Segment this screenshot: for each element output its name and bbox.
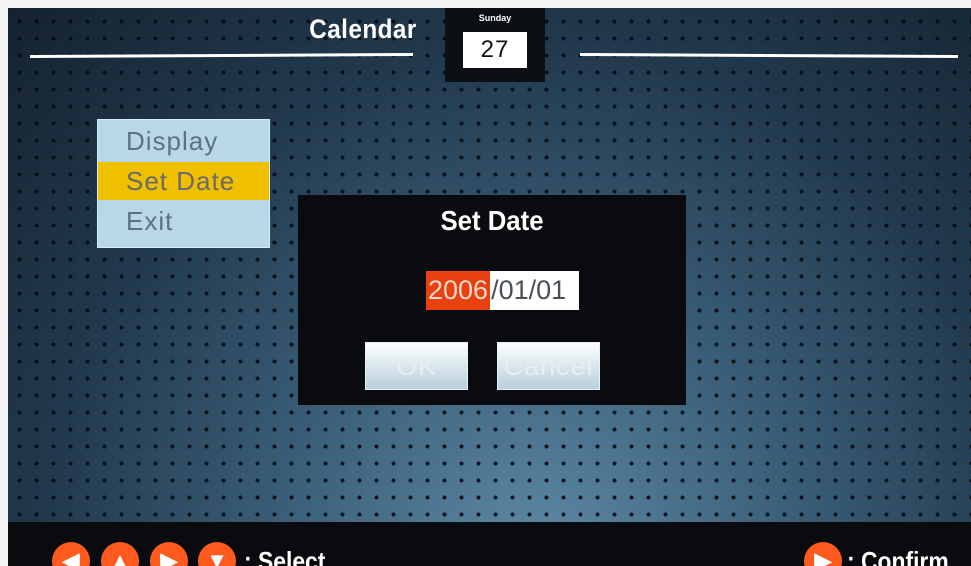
tv-screen: Calendar Sunday 27 Display Set Date Exit… <box>8 8 971 566</box>
select-hint-label: : Select <box>244 546 326 566</box>
calendar-day-number: 27 <box>463 32 527 68</box>
calendar-icon: Sunday 27 <box>445 8 545 82</box>
date-input[interactable]: 2006 /01/01 <box>426 271 579 310</box>
right-arrow-icon: ▶ <box>150 542 188 566</box>
calendar-day-name: Sunday <box>478 13 512 23</box>
menu-item-display[interactable]: Display <box>98 122 269 160</box>
left-arrow-icon: ◀ <box>52 542 90 566</box>
ok-button[interactable]: OK <box>365 342 468 390</box>
set-date-dialog: Set Date 2006 /01/01 OK Cancel <box>298 195 686 405</box>
bottom-hint-bar: ◀ ▲ ▶ ▼ : Select ▶ : Confirm <box>8 522 971 566</box>
dialog-title: Set Date <box>440 205 544 236</box>
date-year-segment[interactable]: 2006 <box>426 271 491 310</box>
options-menu: Display Set Date Exit <box>97 119 270 248</box>
menu-item-exit[interactable]: Exit <box>98 202 269 240</box>
page-title: Calendar <box>309 14 417 44</box>
down-arrow-icon: ▼ <box>198 542 236 566</box>
menu-item-set-date[interactable]: Set Date <box>98 162 269 200</box>
confirm-hint-label: : Confirm <box>847 546 949 566</box>
play-icon: ▶ <box>804 542 842 566</box>
up-arrow-icon: ▲ <box>101 542 139 566</box>
title-divider-left <box>29 52 414 59</box>
title-divider-right <box>579 53 959 58</box>
date-month-day-segment[interactable]: /01/01 <box>490 271 566 310</box>
cancel-button[interactable]: Cancel <box>497 342 600 390</box>
